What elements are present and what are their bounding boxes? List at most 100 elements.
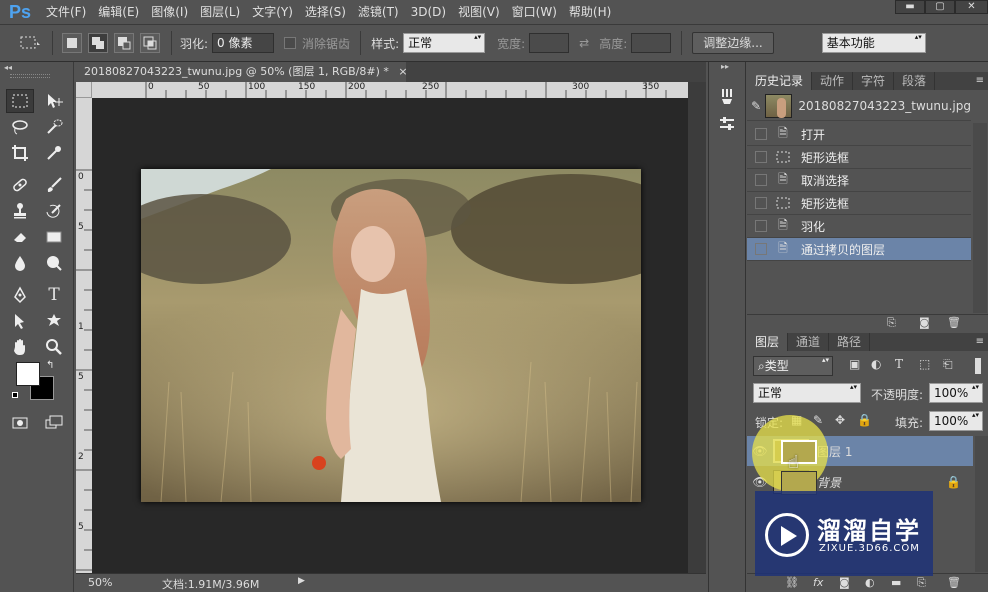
fx-icon[interactable]: fx (813, 576, 823, 589)
vertical-scrollbar[interactable] (688, 82, 706, 573)
tab-paragraph[interactable]: 段落 (894, 72, 936, 90)
trash-icon[interactable]: 🗑 (947, 316, 961, 329)
history-snapshot[interactable]: ✎ 20180827043223_twunu.jpg (747, 91, 971, 121)
rectangular-marquee-tool-icon[interactable] (6, 89, 34, 113)
history-item[interactable]: 🗎 打开 (747, 123, 971, 146)
group-icon[interactable]: ▬ (891, 576, 901, 589)
strip-collapse-icon[interactable]: ▸▸ (721, 62, 729, 71)
blend-mode-select[interactable]: 正常 (753, 383, 861, 403)
brush-preset-icon[interactable] (713, 84, 741, 108)
filter-type-icon[interactable]: T (895, 357, 903, 371)
tab-paths[interactable]: 路径 (829, 333, 871, 351)
style-select[interactable]: 正常 (403, 33, 486, 53)
menu-view[interactable]: 视图(V) (452, 0, 506, 24)
layer-filter-select[interactable]: ⌕类型 (753, 356, 833, 376)
quick-mask-icon[interactable] (6, 411, 34, 435)
quick-selection-tool-icon[interactable] (40, 115, 68, 139)
history-brush-tool-icon[interactable] (40, 199, 68, 223)
layers-scrollbar[interactable] (975, 436, 988, 572)
marquee-tool-preset-icon[interactable] (14, 32, 46, 54)
menu-file[interactable]: 文件(F) (40, 0, 92, 24)
zoom-level[interactable]: 50% (88, 576, 112, 589)
height-input[interactable] (631, 33, 672, 53)
blur-tool-icon[interactable] (6, 251, 34, 275)
workspace-select[interactable]: 基本功能 (821, 33, 926, 53)
filter-shape-icon[interactable]: ⬚ (919, 357, 930, 371)
document-image[interactable] (141, 169, 641, 502)
status-menu-arrow-icon[interactable]: ▶ (298, 576, 305, 586)
history-item[interactable]: 矩形选框 (747, 146, 971, 169)
intersect-selection-icon[interactable] (140, 33, 160, 53)
screen-mode-icon[interactable] (40, 411, 68, 435)
move-tool-icon[interactable] (40, 89, 68, 113)
tab-actions[interactable]: 动作 (812, 72, 854, 90)
pen-tool-icon[interactable] (6, 283, 34, 307)
filter-smart-icon[interactable]: ⎗ (943, 357, 953, 372)
eraser-tool-icon[interactable] (6, 225, 34, 249)
history-item[interactable]: 🗎 羽化 (747, 215, 971, 238)
menu-edit[interactable]: 编辑(E) (92, 0, 145, 24)
custom-shape-tool-icon[interactable] (40, 309, 68, 333)
default-colors-icon[interactable] (12, 392, 22, 402)
link-icon[interactable]: ⛓ (785, 576, 799, 589)
maximize-button[interactable]: ▢ (925, 0, 955, 14)
document-tab-close-icon[interactable]: × (398, 65, 407, 78)
tab-layers[interactable]: 图层 (747, 333, 789, 351)
antialias-checkbox[interactable] (284, 37, 297, 49)
clone-stamp-tool-icon[interactable] (6, 199, 34, 223)
history-scrollbar[interactable] (973, 123, 987, 313)
swap-colors-icon[interactable]: ↰ (46, 360, 54, 371)
adjustment-icon[interactable]: ◐ (865, 576, 875, 589)
brush-tool-icon[interactable] (40, 173, 68, 197)
zoom-tool-icon[interactable] (40, 335, 68, 359)
tab-channels[interactable]: 通道 (788, 333, 830, 351)
width-input[interactable] (529, 33, 570, 53)
snapshot-camera-icon[interactable]: ◙ (919, 316, 930, 329)
adjust-panel-icon[interactable] (713, 112, 741, 136)
layers-panel-menu-icon[interactable]: ≡ (976, 333, 984, 351)
document-tab[interactable]: 20180827043223_twunu.jpg @ 50% (图层 1, RG… (76, 62, 408, 82)
filter-adjustment-icon[interactable]: ◐ (871, 357, 881, 371)
close-button[interactable]: ✕ (955, 0, 988, 14)
history-brush-source-icon[interactable]: ✎ (747, 99, 765, 113)
filter-toggle[interactable] (975, 358, 981, 374)
refine-edge-button[interactable]: 调整边缘... (692, 32, 774, 54)
eyedropper-tool-icon[interactable] (40, 141, 68, 165)
history-panel-menu-icon[interactable]: ≡ (976, 72, 984, 90)
healing-brush-tool-icon[interactable] (6, 173, 34, 197)
hand-tool-icon[interactable] (6, 335, 34, 359)
lock-all-icon[interactable]: 🔒 (857, 413, 872, 427)
feather-input[interactable]: 0 像素 (212, 33, 275, 53)
layer-name[interactable]: 背景 (817, 474, 841, 491)
swap-icon[interactable]: ⇄ (579, 36, 589, 50)
dodge-tool-icon[interactable] (40, 251, 68, 275)
tab-character[interactable]: 字符 (853, 72, 895, 90)
gradient-tool-icon[interactable] (40, 225, 68, 249)
fill-input[interactable]: 100% (929, 411, 983, 431)
trash-icon[interactable]: 🗑 (947, 576, 961, 589)
menu-window[interactable]: 窗口(W) (506, 0, 563, 24)
opacity-input[interactable]: 100% (929, 383, 983, 403)
crop-tool-icon[interactable] (6, 141, 34, 165)
add-selection-icon[interactable] (88, 33, 108, 53)
history-item[interactable]: 🗎 取消选择 (747, 169, 971, 192)
toolbox-collapse-icon[interactable]: ◂◂ (4, 63, 12, 72)
type-tool-icon[interactable]: T (40, 283, 68, 307)
lasso-tool-icon[interactable] (6, 115, 34, 139)
menu-select[interactable]: 选择(S) (299, 0, 352, 24)
history-item[interactable]: 矩形选框 (747, 192, 971, 215)
menu-filter[interactable]: 滤镜(T) (352, 0, 405, 24)
new-selection-icon[interactable] (62, 33, 82, 53)
menu-help[interactable]: 帮助(H) (563, 0, 617, 24)
menu-3d[interactable]: 3D(D) (405, 0, 452, 24)
subtract-selection-icon[interactable] (114, 33, 134, 53)
filter-pixel-icon[interactable]: ▣ (849, 357, 860, 371)
minimize-button[interactable]: ▬ (895, 0, 925, 14)
menu-image[interactable]: 图像(I) (145, 0, 194, 24)
lock-position-icon[interactable]: ✥ (835, 413, 845, 427)
new-document-from-state-icon[interactable]: ⎘ (887, 316, 896, 330)
new-layer-icon[interactable]: ⎘ (917, 576, 926, 590)
path-selection-tool-icon[interactable] (6, 309, 34, 333)
menu-layer[interactable]: 图层(L) (194, 0, 246, 24)
tab-history[interactable]: 历史记录 (747, 72, 813, 90)
